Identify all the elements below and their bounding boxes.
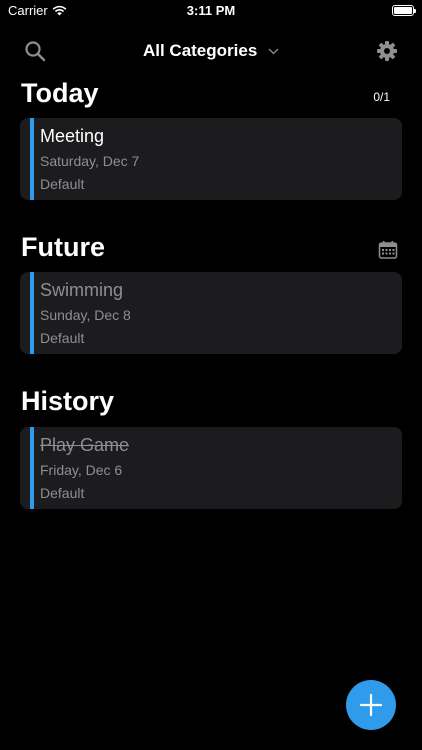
task-name: Play Game [40,435,130,455]
category-selector[interactable]: All Categories [0,41,422,61]
battery-fill [394,7,412,14]
task-name: Meeting [40,126,105,146]
calendar-icon[interactable] [378,240,398,260]
task-category: Default [40,485,85,501]
task-name: Swimming [40,280,124,300]
plus-icon [359,693,383,717]
nav-bar: All Categories [0,36,422,68]
status-bar: Carrier 3:11 PM [0,0,422,22]
task-category: Default [40,176,85,192]
task-category: Default [40,330,85,346]
today-count: 0/1 [373,90,390,104]
task-color-bar [30,427,34,509]
task-date: Friday, Dec 6 [40,462,123,478]
section-title-future: Future [21,232,105,262]
task-card-swimming[interactable]: Swimming Sunday, Dec 8 Default [20,272,402,354]
gear-icon[interactable] [376,40,398,62]
task-color-bar [30,118,34,200]
add-task-button[interactable] [346,680,396,730]
task-date: Saturday, Dec 7 [40,153,140,169]
category-selector-label: All Categories [142,41,258,60]
chevron-down-icon [268,48,279,55]
task-color-bar [30,272,34,354]
task-card-meeting[interactable]: Meeting Saturday, Dec 7 Default [20,118,402,200]
task-card-play-game[interactable]: Play Game Friday, Dec 6 Default [20,427,402,509]
status-time: 3:11 PM [186,3,236,18]
battery-icon [392,5,416,16]
section-title-today: Today [21,78,99,108]
section-title-history: History [21,386,115,416]
task-date: Sunday, Dec 8 [40,307,131,323]
